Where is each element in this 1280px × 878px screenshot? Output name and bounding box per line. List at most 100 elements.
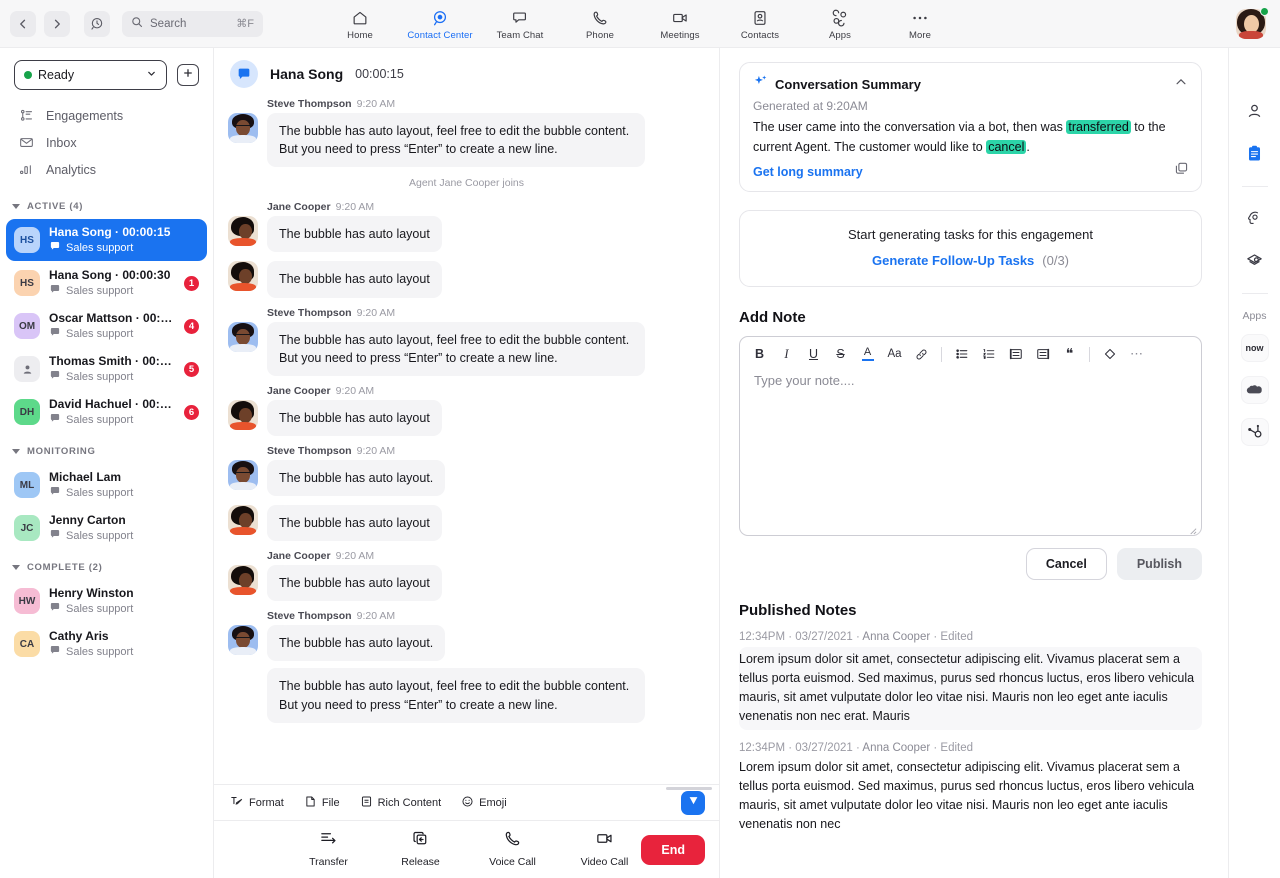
conversation-item[interactable]: HS Hana Song · 00:00:15 Sales support — [6, 219, 207, 261]
outdent-icon[interactable] — [1029, 343, 1056, 365]
conversation-item[interactable]: Thomas Smith · 00:00:32 Sales support 5 — [6, 348, 207, 390]
video-call-button[interactable]: Video Call — [573, 829, 637, 868]
emoji-button[interactable]: Emoji — [461, 795, 507, 811]
sparkle-icon — [753, 74, 768, 94]
back-button[interactable] — [10, 10, 36, 37]
message-time: 9:20 AM — [356, 444, 396, 457]
nav-meetings[interactable]: Meetings — [640, 7, 720, 41]
format-button[interactable]: Format — [230, 794, 284, 811]
insights-eye-icon[interactable] — [1240, 245, 1270, 275]
nav-team-chat[interactable]: Team Chat — [480, 7, 560, 41]
message-body: Steve Thompson 9:20 AM The bubble has auto… — [267, 444, 446, 496]
conversation-item[interactable]: ML Michael Lam Sales support — [6, 464, 207, 506]
numbered-list-icon[interactable] — [975, 343, 1002, 365]
generate-follow-up-tasks-link[interactable]: Generate Follow-Up Tasks — [872, 253, 1034, 268]
message-meta: Jane Cooper 9:20 AM — [267, 201, 442, 213]
add-note-title: Add Note — [739, 309, 806, 326]
nav-home-label: Home — [347, 29, 373, 41]
chat-icon — [49, 485, 61, 500]
generate-tasks-prompt: Start generating tasks for this engageme… — [848, 227, 1093, 242]
message-list[interactable]: Steve Thompson 9:20 AM The bubble has auto… — [214, 98, 719, 784]
rich-content-button[interactable]: Rich Content — [360, 795, 441, 811]
message-bubble: The bubble has auto layout, feel free to… — [267, 668, 645, 723]
nav-home[interactable]: Home — [320, 7, 400, 41]
conversation-subtitle: Sales support — [49, 240, 199, 255]
history-button[interactable] — [84, 10, 110, 37]
new-engagement-button[interactable] — [177, 64, 199, 86]
nav-contacts[interactable]: Contacts — [720, 7, 800, 41]
link-icon[interactable] — [908, 343, 935, 365]
conversation-text: Cathy Aris Sales support — [49, 629, 199, 659]
nav-apps-label: Apps — [828, 29, 852, 41]
apps-icon — [831, 9, 849, 27]
sidebar-item-inbox[interactable]: Inbox — [0, 129, 213, 156]
more-icon[interactable]: ⋯ — [1123, 343, 1150, 365]
avatar — [228, 505, 258, 535]
message-body: The bubble has auto layout — [267, 505, 442, 542]
conversation-group-header[interactable]: MONITORING — [0, 434, 213, 463]
message-avatar — [228, 505, 258, 535]
resize-handle-icon[interactable] — [1188, 522, 1197, 535]
conversation-group-header[interactable]: COMPLETE (2) — [0, 550, 213, 579]
voice-call-button[interactable]: Voice Call — [481, 829, 545, 868]
cancel-button[interactable]: Cancel — [1025, 548, 1107, 580]
toolbar-divider — [941, 346, 942, 362]
file-button[interactable]: File — [304, 795, 340, 811]
nav-more[interactable]: More — [880, 7, 960, 41]
contact-profile-icon[interactable] — [1240, 96, 1270, 126]
avatar: ML — [14, 472, 40, 498]
strikethrough-icon[interactable]: S — [827, 343, 854, 365]
servicenow-app-icon[interactable]: now — [1240, 334, 1269, 362]
bold-icon[interactable]: B — [746, 343, 773, 365]
get-long-summary-link[interactable]: Get long summary — [753, 165, 1188, 179]
text-color-icon[interactable]: A — [854, 343, 881, 365]
forward-button[interactable] — [44, 10, 70, 37]
transfer-button[interactable]: Transfer — [297, 829, 361, 868]
conversation-name: Hana Song · 00:00:30 — [49, 268, 171, 282]
conversation-item[interactable]: OM Oscar Mattson · 00:00:20 Sales support 4 — [6, 305, 207, 347]
user-avatar-button[interactable] — [1236, 6, 1269, 39]
conversation-group-header[interactable]: ACTIVE (4) — [0, 189, 213, 218]
underline-icon[interactable]: U — [800, 343, 827, 365]
conversation-item[interactable]: DH David Hachuel · 00:00:35 Sales support 6 — [6, 391, 207, 433]
clipboard-notes-icon[interactable] — [1240, 138, 1270, 168]
quote-icon[interactable]: ❝ — [1056, 343, 1083, 365]
end-engagement-button[interactable]: End — [641, 834, 705, 865]
eraser-icon[interactable] — [1096, 343, 1123, 365]
published-notes-list: 12:34PM · 03/27/2021 · Anna Cooper · Edi… — [739, 631, 1202, 834]
avatar: HW — [14, 588, 40, 614]
chat-icon — [49, 644, 61, 659]
summary-highlight-transferred: transferred — [1066, 120, 1131, 134]
copy-icon[interactable] — [1174, 161, 1189, 181]
message-sender: Steve Thompson — [267, 306, 352, 319]
nav-apps[interactable]: Apps — [800, 7, 880, 41]
conversation-item[interactable]: CA Cathy Aris Sales support — [6, 623, 207, 665]
publish-button[interactable]: Publish — [1116, 548, 1202, 580]
chat-icon — [49, 412, 61, 427]
search-input[interactable]: Search ⌘F — [122, 10, 263, 37]
conversation-item[interactable]: JC Jenny Carton Sales support — [6, 507, 207, 549]
note-input-placeholder[interactable]: Type your note.... — [740, 371, 1201, 390]
conversation-item[interactable]: HW Henry Winston Sales support — [6, 580, 207, 622]
release-button[interactable]: Release — [389, 829, 453, 868]
message-bubble: The bubble has auto layout — [267, 505, 442, 542]
conversation-item[interactable]: HS Hana Song · 00:00:30 Sales support 1 — [6, 262, 207, 304]
hubspot-app-icon[interactable] — [1240, 418, 1269, 446]
send-button[interactable] — [681, 790, 705, 815]
chevron-up-icon[interactable] — [1174, 75, 1188, 94]
salesforce-app-icon[interactable] — [1240, 376, 1269, 404]
agent-status-select[interactable]: Ready — [14, 60, 167, 90]
ai-brain-icon[interactable] — [1240, 203, 1270, 233]
sidebar-item-engagements[interactable]: Engagements — [0, 102, 213, 129]
chat-bubble-icon — [230, 60, 258, 88]
font-size-icon[interactable]: Aa — [881, 343, 908, 365]
note-editor[interactable]: B I U S A Aa ❝ ⋯ Type your note.... — [739, 336, 1202, 536]
bullet-list-icon[interactable] — [948, 343, 975, 365]
transfer-icon — [319, 829, 338, 853]
nav-phone[interactable]: Phone — [560, 7, 640, 41]
sidebar-item-analytics[interactable]: Analytics — [0, 156, 213, 183]
nav-contact-center[interactable]: Contact Center — [400, 7, 480, 41]
engagements-icon — [18, 108, 34, 123]
indent-icon[interactable] — [1002, 343, 1029, 365]
italic-icon[interactable]: I — [773, 343, 800, 365]
